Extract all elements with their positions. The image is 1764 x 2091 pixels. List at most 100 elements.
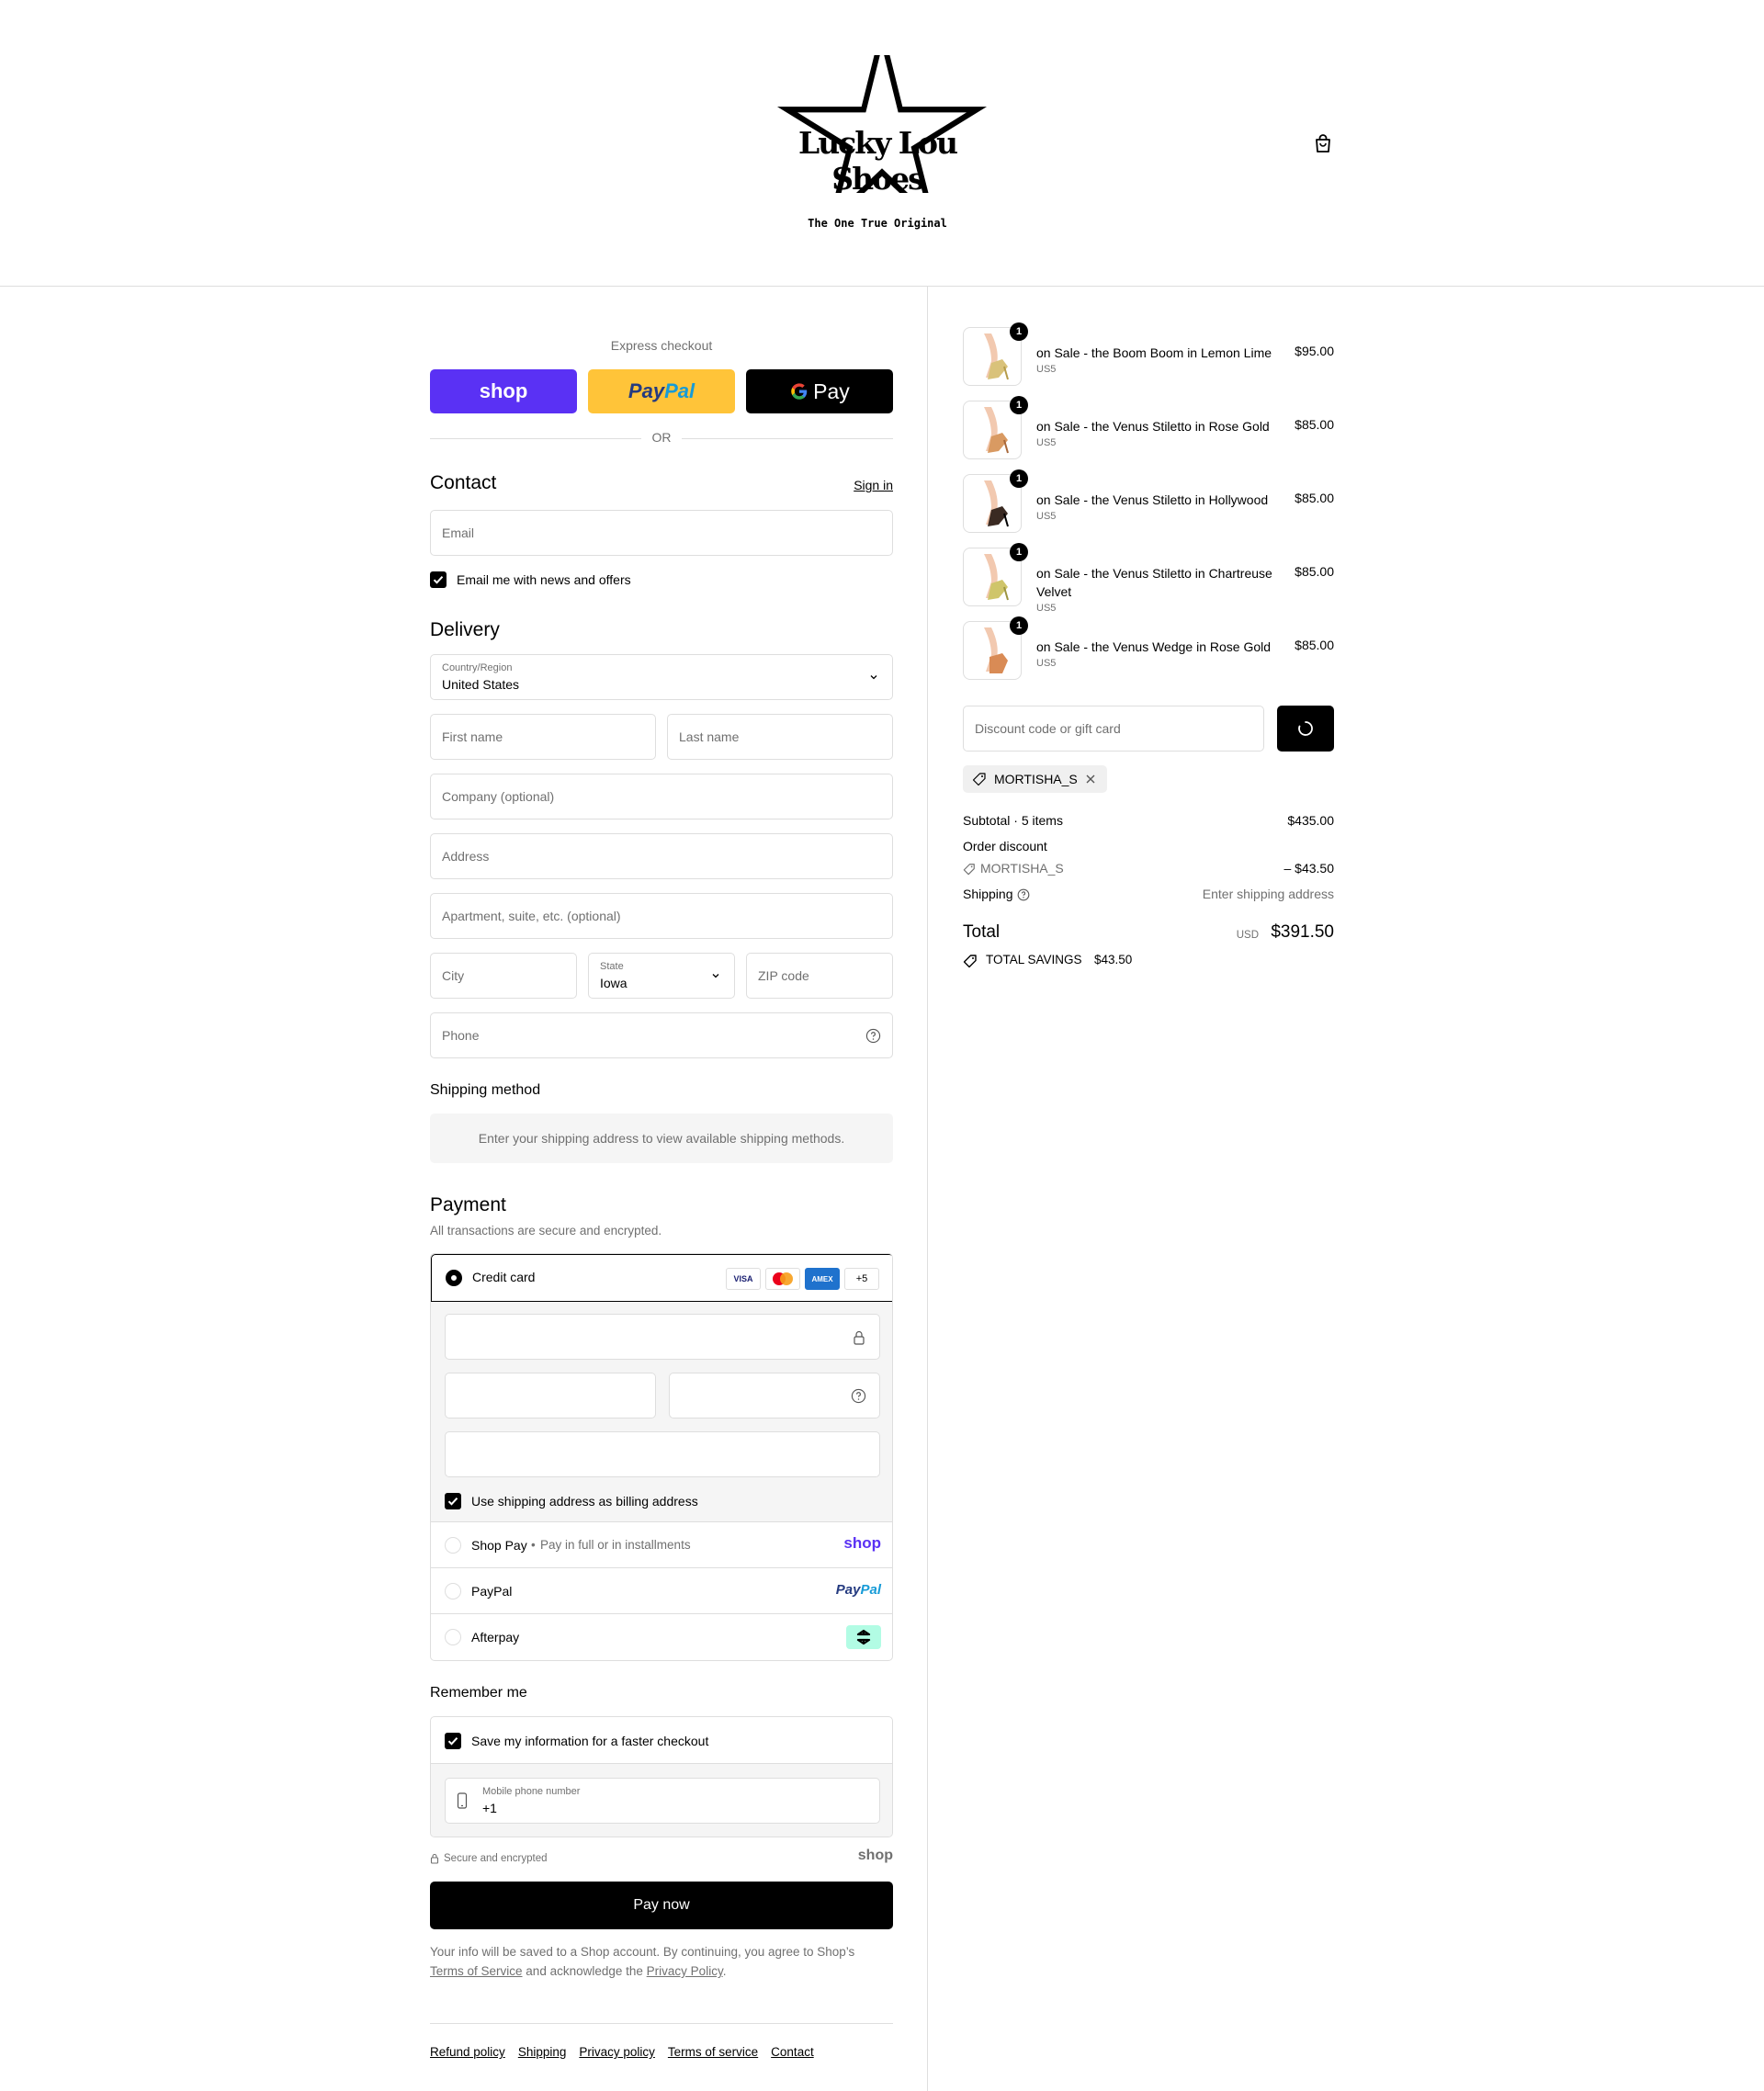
chevron-down-icon	[870, 675, 877, 680]
privacy-policy-link[interactable]: Privacy Policy	[647, 1964, 723, 1978]
mobile-phone-field[interactable]: Mobile phone number +1	[445, 1778, 880, 1824]
shop-pay-radio[interactable]	[445, 1537, 461, 1554]
discount-value: – $43.50	[1283, 861, 1335, 876]
brand-name: Lucky Lou Shoes	[797, 125, 958, 197]
quantity-badge: 1	[1010, 469, 1028, 488]
item-price: $85.00	[1295, 417, 1334, 432]
applied-code: MORTISHA_S	[994, 772, 1078, 786]
zip-field[interactable]: ZIP code	[746, 953, 893, 999]
apply-discount-button[interactable]	[1277, 706, 1334, 752]
email-placeholder: Email	[442, 526, 475, 540]
shop-pay-option[interactable]: Shop Pay • Pay in full or in installment…	[431, 1522, 892, 1568]
billing-same-checkbox[interactable]	[445, 1493, 461, 1509]
address-placeholder: Address	[442, 849, 490, 864]
mobile-section: Mobile phone number +1	[431, 1763, 892, 1837]
cart-item: 1 on Sale - the Venus Stiletto in Rose G…	[963, 396, 1334, 459]
apartment-field[interactable]: Apartment, suite, etc. (optional)	[430, 893, 893, 939]
email-field[interactable]: Email	[430, 510, 893, 556]
credit-card-radio[interactable]	[446, 1270, 462, 1286]
expiration-field[interactable]	[445, 1373, 656, 1418]
product-thumbnail: 1	[963, 543, 1028, 606]
last-name-field[interactable]: Last name	[667, 714, 893, 760]
delivery-heading: Delivery	[430, 619, 500, 640]
total-value: $391.50	[1271, 922, 1334, 942]
payment-heading: Payment	[430, 1194, 506, 1215]
company-field[interactable]: Company (optional)	[430, 774, 893, 819]
help-circle-icon[interactable]	[851, 1388, 866, 1404]
paypal-logo-pay: Pay	[628, 379, 665, 402]
brand-tagline: The One True Original	[808, 217, 947, 230]
mobile-phone-label: Mobile phone number	[482, 1786, 581, 1797]
city-placeholder: City	[442, 968, 465, 983]
phone-field[interactable]: Phone	[430, 1012, 893, 1058]
google-g-icon	[791, 383, 808, 400]
terms-of-service-link[interactable]: Terms of service	[668, 2045, 758, 2059]
city-field[interactable]: City	[430, 953, 577, 999]
sign-in-link[interactable]: Sign in	[854, 478, 893, 492]
paypal-button[interactable]: Pay Pal	[588, 369, 735, 413]
item-name: on Sale - the Venus Stiletto in Chartreu…	[1036, 566, 1272, 599]
shipping-link[interactable]: Shipping	[518, 2045, 567, 2059]
state-label: State	[600, 961, 624, 972]
credit-card-form: Use shipping address as billing address	[431, 1302, 892, 1522]
item-size: US5	[1036, 364, 1057, 375]
item-name: on Sale - the Venus Stiletto in Hollywoo…	[1036, 492, 1269, 507]
amex-label: AMEX	[811, 1274, 833, 1283]
shop-pay-separator: •	[531, 1538, 536, 1552]
state-select[interactable]: State Iowa	[588, 953, 735, 999]
first-name-placeholder: First name	[442, 729, 503, 744]
total-savings-label: TOTAL SAVINGS	[986, 953, 1082, 966]
secure-label: Secure and encrypted	[444, 1853, 548, 1864]
paypal-logo: PayPal	[836, 1582, 881, 1598]
chevron-down-icon	[712, 974, 719, 978]
paypal-option[interactable]: PayPal PayPal	[431, 1568, 892, 1614]
news-label: Email me with news and offers	[457, 572, 631, 587]
card-number-field[interactable]	[445, 1314, 880, 1360]
footer-links: Refund policy Shipping Privacy policy Te…	[430, 2045, 814, 2059]
shipping-method-heading: Shipping method	[430, 1082, 541, 1098]
paypal-radio[interactable]	[445, 1583, 461, 1599]
pay-now-button[interactable]: Pay now	[430, 1882, 893, 1929]
zip-placeholder: ZIP code	[758, 968, 809, 983]
afterpay-option[interactable]: Afterpay	[431, 1614, 892, 1660]
help-circle-icon[interactable]	[865, 1028, 881, 1044]
order-discount-row: Order discount	[963, 839, 1334, 853]
afterpay-radio[interactable]	[445, 1629, 461, 1645]
google-pay-button[interactable]: Pay	[746, 369, 893, 413]
phone-placeholder: Phone	[442, 1028, 480, 1043]
google-pay-label: Pay	[813, 379, 850, 403]
country-select[interactable]: Country/Region United States	[430, 654, 893, 700]
shopping-bag-icon[interactable]	[1312, 132, 1334, 154]
item-size: US5	[1036, 658, 1057, 669]
brand-logo[interactable]: Lucky Lou Shoes The One True Original	[767, 55, 988, 239]
discount-code-input[interactable]: Discount code or gift card	[963, 706, 1264, 752]
legal-text-3: .	[722, 1964, 727, 1978]
express-checkout-label: Express checkout	[610, 338, 713, 353]
terms-of-service-link[interactable]: Terms of Service	[430, 1964, 523, 1978]
visa-label: VISA	[733, 1274, 753, 1283]
shop-pay-logo: shop	[479, 379, 528, 402]
refund-policy-link[interactable]: Refund policy	[430, 2045, 505, 2059]
footer-divider	[430, 2023, 893, 2024]
save-info-checkbox[interactable]	[445, 1733, 461, 1749]
help-circle-icon[interactable]	[1017, 888, 1030, 901]
total-savings-value: $43.50	[1094, 953, 1133, 966]
item-price: $85.00	[1295, 564, 1334, 579]
first-name-field[interactable]: First name	[430, 714, 656, 760]
total-currency: USD	[1236, 930, 1259, 941]
or-label: OR	[651, 430, 672, 445]
lock-icon	[430, 1853, 439, 1864]
visa-icon: VISA	[726, 1268, 761, 1290]
contact-link[interactable]: Contact	[771, 2045, 814, 2059]
close-icon[interactable]	[1085, 774, 1096, 785]
privacy-policy-link[interactable]: Privacy policy	[579, 2045, 655, 2059]
address-field[interactable]: Address	[430, 833, 893, 879]
credit-card-option[interactable]: Credit card VISA AMEX +5	[431, 1254, 892, 1302]
item-size: US5	[1036, 511, 1057, 522]
order-discount-label: Order discount	[963, 839, 1047, 853]
mobile-phone-value: +1	[482, 1801, 497, 1815]
news-checkbox[interactable]	[430, 571, 447, 588]
security-code-field[interactable]	[669, 1373, 880, 1418]
shop-pay-button[interactable]: shop	[430, 369, 577, 413]
name-on-card-field[interactable]	[445, 1431, 880, 1477]
